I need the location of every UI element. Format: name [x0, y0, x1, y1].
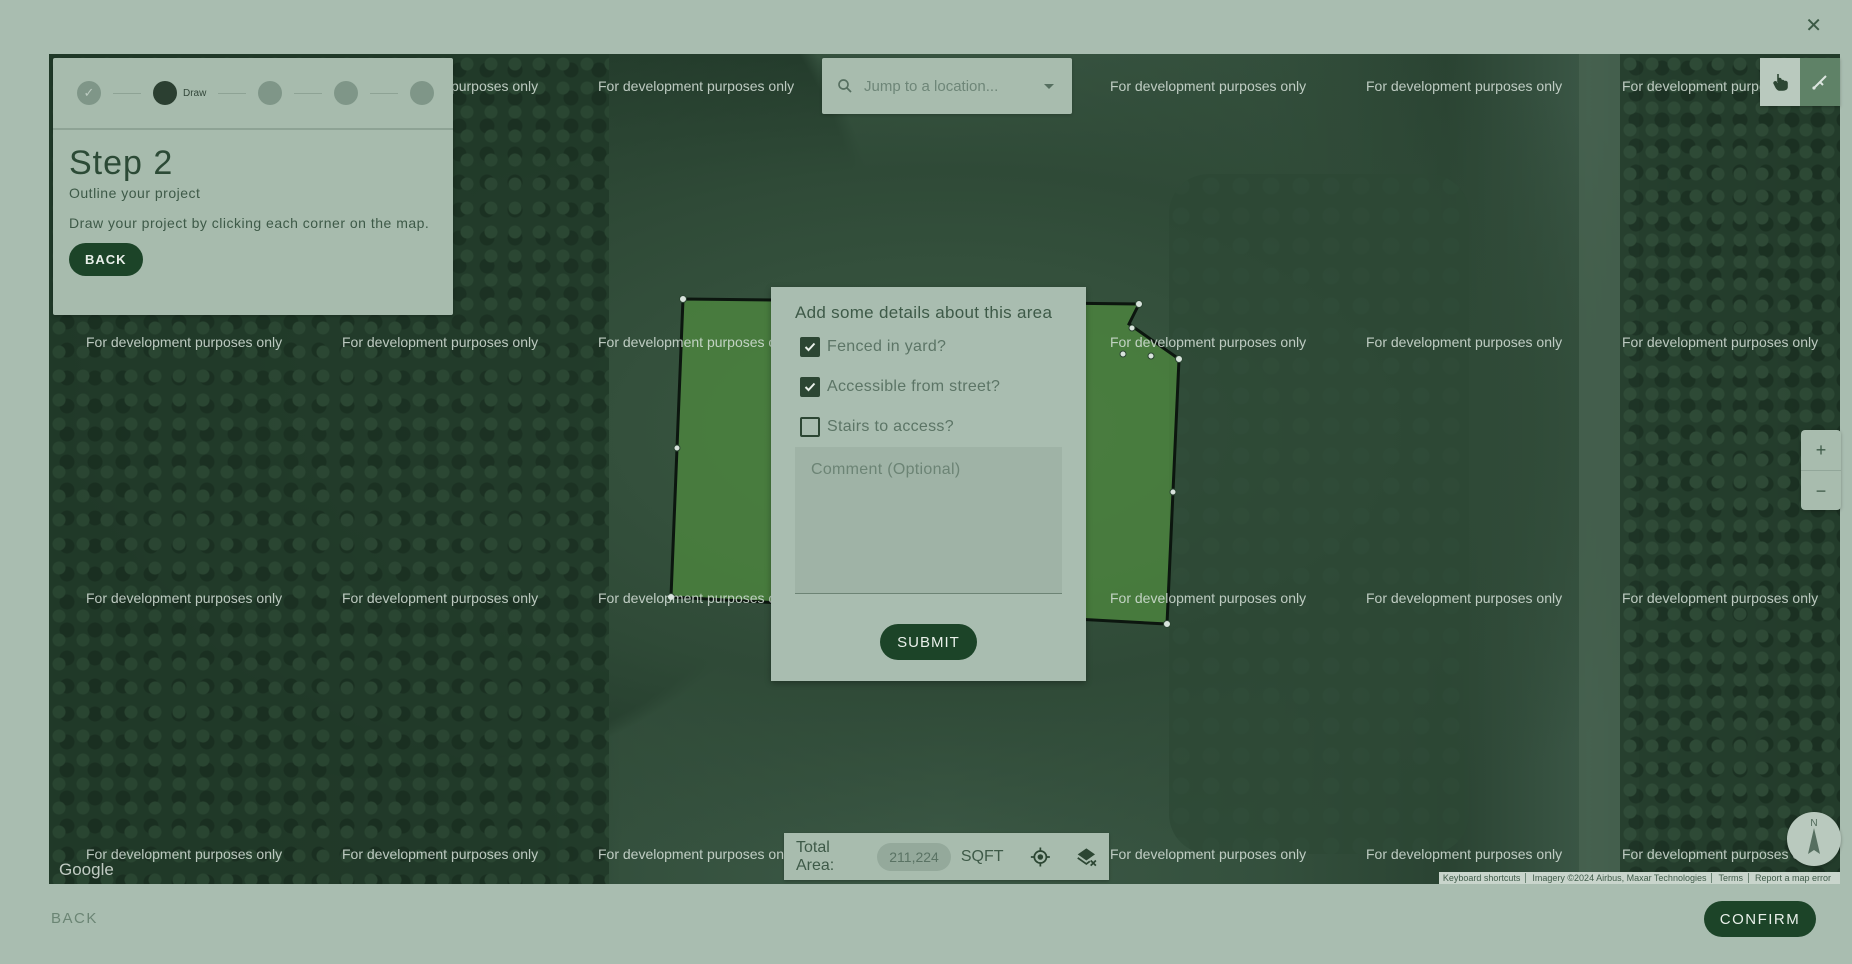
search-input[interactable]: Jump to a location... — [864, 78, 1044, 95]
total-area-value: 211,224 — [877, 842, 951, 871]
zoom-in-button[interactable]: + — [1801, 430, 1841, 471]
compass-icon: N — [1808, 818, 1820, 854]
fenced-in-yard-option[interactable]: Fenced in yard? — [800, 337, 946, 357]
fenced-checkbox[interactable] — [800, 337, 820, 357]
location-search[interactable]: Jump to a location... — [822, 58, 1072, 114]
step-back-button[interactable]: BACK — [69, 243, 143, 276]
zoom-controls: + − — [1801, 430, 1841, 510]
step-subtitle: Outline your project — [69, 185, 201, 201]
modal-title: Add some details about this area — [795, 303, 1053, 322]
imagery-credit: Imagery ©2024 Airbus, Maxar Technologies — [1532, 873, 1713, 883]
keyboard-shortcuts-link[interactable]: Keyboard shortcuts — [1443, 873, 1527, 883]
fenced-label: Fenced in yard? — [827, 338, 947, 355]
step-1-done[interactable]: ✓ — [77, 81, 101, 105]
total-area-label: Total Area: — [796, 838, 835, 874]
total-area-bar: Total Area: 211,224 SQFT — [784, 833, 1109, 880]
submit-button[interactable]: SUBMIT — [880, 624, 977, 660]
stairs-to-access-option[interactable]: Stairs to access? — [800, 417, 954, 437]
zoom-out-button[interactable]: − — [1801, 471, 1841, 511]
step-connector — [113, 92, 141, 94]
step-connector — [218, 92, 247, 94]
clear-layers-icon[interactable] — [1076, 846, 1097, 868]
step-panel: ✓ Draw Step 2 Outline your project Draw … — [53, 58, 453, 315]
stairs-label: Stairs to access? — [827, 418, 954, 435]
check-icon: ✓ — [83, 85, 95, 100]
step-4[interactable] — [334, 81, 359, 105]
step-description: Draw your project by clicking each corne… — [69, 215, 430, 231]
step-5[interactable] — [410, 81, 435, 105]
report-error-link[interactable]: Report a map error — [1755, 873, 1836, 883]
accessible-label: Accessible from street? — [827, 378, 1001, 395]
compass-button[interactable]: N — [1787, 812, 1841, 866]
draw-mode-toggle — [1760, 58, 1840, 106]
stairs-checkbox[interactable] — [800, 417, 820, 437]
accessible-from-street-option[interactable]: Accessible from street? — [800, 377, 1000, 397]
accessible-checkbox[interactable] — [800, 377, 820, 397]
check-icon — [804, 382, 816, 392]
area-unit: SQFT — [960, 847, 1004, 865]
step-title: Step 2 — [69, 144, 174, 182]
step-2-label: Draw — [183, 87, 207, 99]
confirm-button[interactable]: CONFIRM — [1704, 901, 1816, 937]
step-2-active[interactable] — [153, 81, 177, 105]
step-connector — [370, 92, 399, 94]
area-details-modal: Add some details about this area Fenced … — [771, 287, 1086, 681]
compass-north-label: N — [1810, 818, 1817, 829]
comment-textarea[interactable]: Comment (Optional) — [795, 447, 1062, 594]
my-location-icon[interactable] — [1030, 846, 1051, 868]
draw-tool-button[interactable] — [1800, 58, 1840, 106]
hand-pointer-icon — [1773, 74, 1788, 91]
draw-shape-icon — [1812, 75, 1827, 90]
check-icon — [804, 342, 816, 352]
step-3[interactable] — [258, 81, 283, 105]
stepper: ✓ Draw — [53, 58, 453, 130]
step-connector — [294, 92, 323, 94]
chevron-down-icon[interactable] — [1044, 83, 1054, 89]
footer-back-button[interactable]: BACK — [51, 910, 98, 927]
search-icon — [838, 79, 852, 93]
google-logo: Google — [59, 860, 114, 879]
pan-tool-button[interactable] — [1760, 58, 1800, 106]
terms-link[interactable]: Terms — [1718, 873, 1749, 883]
close-icon[interactable]: ✕ — [1805, 16, 1822, 36]
map-attribution: Keyboard shortcuts Imagery ©2024 Airbus,… — [1438, 872, 1840, 884]
